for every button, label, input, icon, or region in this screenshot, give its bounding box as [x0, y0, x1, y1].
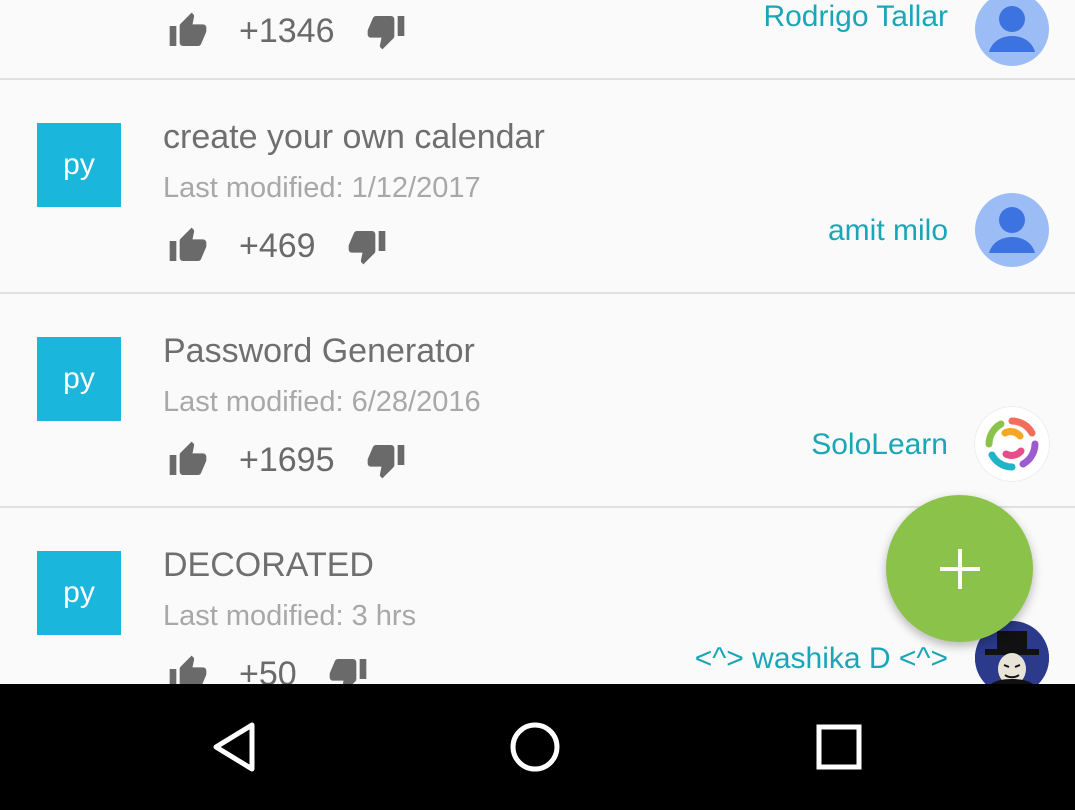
- vote-count: +1695: [239, 440, 335, 479]
- last-modified: Last modified: 3 hrs: [163, 600, 417, 632]
- add-code-button[interactable]: [886, 495, 1033, 642]
- default-user-avatar-icon[interactable]: [975, 0, 1049, 66]
- language-badge: py: [37, 551, 121, 635]
- vote-count: +1346: [239, 11, 335, 50]
- vote-controls: +50: [163, 649, 373, 684]
- author-name[interactable]: SoloLearn: [811, 428, 948, 462]
- code-item-2[interactable]: py Password Generator Last modified: 6/2…: [0, 294, 1075, 508]
- recents-square-icon: [816, 724, 862, 770]
- system-navigation-bar: [0, 684, 1075, 810]
- thumbs-down-icon[interactable]: [323, 649, 373, 684]
- vote-controls: +1346: [163, 6, 411, 56]
- author-name[interactable]: <^> washika D <^>: [695, 642, 948, 676]
- code-title: DECORATED: [163, 546, 374, 584]
- plus-icon: [939, 548, 980, 589]
- recents-button[interactable]: [799, 707, 879, 787]
- thumbs-up-icon[interactable]: [163, 6, 213, 56]
- code-item-1[interactable]: py create your own calendar Last modifie…: [0, 80, 1075, 294]
- thumbs-up-icon[interactable]: [163, 221, 213, 271]
- home-circle-icon: [510, 722, 560, 772]
- code-item-0[interactable]: +1346 Rodrigo Tallar: [0, 0, 1075, 80]
- thumbs-down-icon[interactable]: [342, 221, 392, 271]
- thumbs-down-icon[interactable]: [361, 6, 411, 56]
- sololearn-logo-icon[interactable]: [975, 407, 1049, 481]
- thumbs-down-icon[interactable]: [361, 435, 411, 485]
- code-title: create your own calendar: [163, 118, 545, 156]
- thumbs-up-icon[interactable]: [163, 649, 213, 684]
- vote-count: +50: [239, 654, 297, 685]
- vote-controls: +469: [163, 221, 392, 271]
- vote-controls: +1695: [163, 435, 411, 485]
- thumbs-up-icon[interactable]: [163, 435, 213, 485]
- language-badge: py: [37, 123, 121, 207]
- home-button[interactable]: [495, 707, 575, 787]
- code-title: Password Generator: [163, 332, 475, 370]
- language-badge: py: [37, 337, 121, 421]
- vote-count: +469: [239, 226, 316, 265]
- author-name[interactable]: Rodrigo Tallar: [763, 0, 948, 34]
- default-user-avatar-icon[interactable]: [975, 193, 1049, 267]
- last-modified: Last modified: 1/12/2017: [163, 172, 481, 204]
- author-name[interactable]: amit milo: [828, 214, 948, 248]
- back-triangle-icon: [213, 722, 255, 772]
- back-button[interactable]: [194, 707, 274, 787]
- last-modified: Last modified: 6/28/2016: [163, 386, 481, 418]
